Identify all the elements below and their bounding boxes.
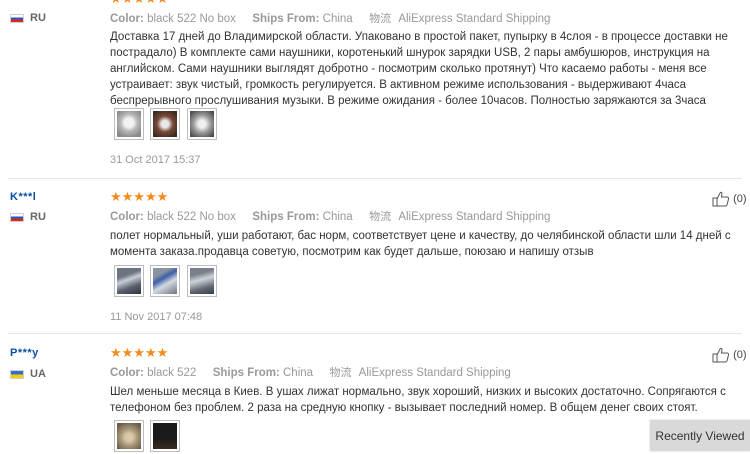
helpful-count: (0) (733, 192, 747, 205)
color-label: Color: (110, 211, 144, 223)
ships-from-value: China (322, 211, 353, 223)
helpful-vote[interactable]: (0) (712, 191, 747, 207)
color-label: Color: (110, 13, 144, 25)
review-date: 11 Nov 2017 07:48 (110, 311, 203, 323)
color-value: black 522 No box (147, 211, 236, 223)
ships-from-value: China (322, 13, 353, 25)
recently-viewed-button[interactable]: Recently Viewed (650, 420, 750, 451)
shipping-method: AliExpress Standard Shipping (398, 13, 551, 25)
review-photo-thumbnail[interactable] (150, 420, 180, 452)
order-info: Color: black 522 No box Ships From: Chin… (110, 10, 550, 26)
shipping-icon: 物流 (329, 367, 352, 379)
rating-stars: ★★★★★ (110, 345, 169, 360)
review-photo-thumbnail[interactable] (114, 108, 144, 140)
review-photo-thumbnail[interactable] (187, 265, 217, 297)
color-value: black 522 (147, 367, 197, 379)
ships-from-label: Ships From: (252, 13, 320, 25)
review-text: Доставка 17 дней до Владимирской области… (110, 31, 728, 107)
russia-flag-icon (10, 14, 24, 23)
rating-stars: ★★★★★ (110, 189, 169, 204)
shipping-method: AliExpress Standard Shipping (398, 211, 551, 223)
ships-from-value: China (283, 367, 314, 379)
shipping-icon: 物流 (369, 211, 392, 223)
helpful-vote[interactable]: (0) (712, 347, 747, 363)
review-text: Шел меньше месяца в Киев. В ушах лижат н… (110, 386, 726, 414)
shipping-icon: 物流 (369, 13, 392, 25)
review-text: полет нормальный, уши работают, бас норм… (110, 230, 731, 258)
ships-from-label: Ships From: (212, 367, 280, 379)
review-date: 31 Oct 2017 15:37 (110, 154, 201, 166)
helpful-count: (0) (733, 348, 747, 361)
shipping-method: AliExpress Standard Shipping (358, 367, 511, 379)
reviewer-country: RU (30, 211, 46, 223)
ships-from-label: Ships From: (252, 211, 320, 223)
review-photo-thumbnail[interactable] (150, 108, 180, 140)
russia-flag-icon (10, 213, 24, 222)
ukraine-flag-icon (10, 370, 24, 379)
reviewer-name[interactable]: K***l (10, 191, 36, 203)
thumbs-up-icon[interactable] (712, 347, 730, 363)
reviewer-country: UA (30, 368, 46, 380)
review-photo-thumbnail[interactable] (114, 265, 144, 297)
reviewer-name[interactable]: P***y (10, 347, 39, 359)
divider (8, 178, 742, 179)
order-info: Color: black 522 No box Ships From: Chin… (110, 208, 550, 224)
review-photo-thumbnail[interactable] (187, 108, 217, 140)
divider (8, 333, 742, 334)
review-photo-thumbnail[interactable] (150, 265, 180, 297)
review-photo-thumbnail[interactable] (114, 420, 144, 452)
thumbs-up-icon[interactable] (712, 191, 730, 207)
rating-stars: ★★★★★ (110, 0, 168, 5)
color-label: Color: (110, 367, 144, 379)
reviewer-country: RU (30, 12, 46, 24)
color-value: black 522 No box (147, 13, 236, 25)
order-info: Color: black 522 Ships From: China 物流 Al… (110, 364, 511, 380)
